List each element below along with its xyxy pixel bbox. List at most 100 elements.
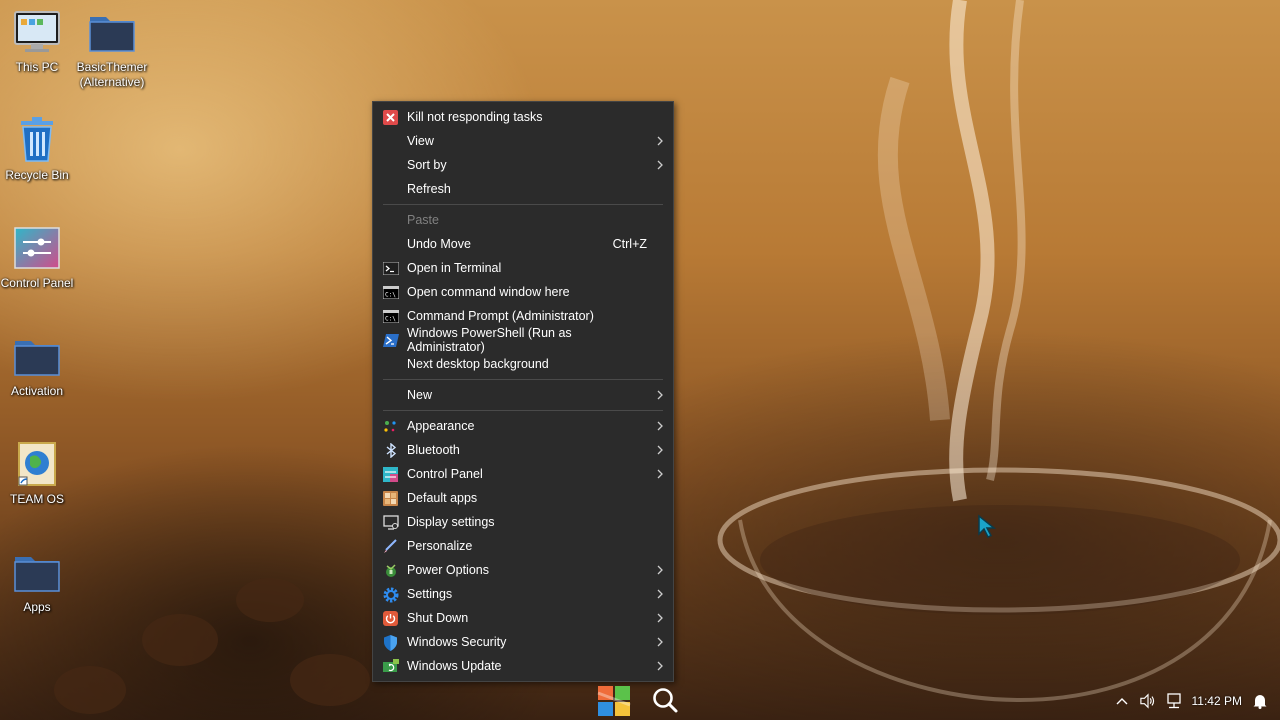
taskbar-clock[interactable]: 11:42 PM <box>1192 694 1242 708</box>
chevron-right-icon <box>657 469 663 479</box>
menu-item-label: Paste <box>407 213 439 227</box>
menu-item-display-settings[interactable]: Display settings <box>373 510 673 534</box>
desktop-icon-label: This PC <box>15 60 59 74</box>
control-panel-icon <box>382 466 399 483</box>
menu-item-label: Display settings <box>407 515 495 529</box>
chevron-right-icon <box>657 565 663 575</box>
control-panel-icon <box>13 224 61 272</box>
desktop-icon-label: Control Panel <box>0 276 74 290</box>
desktop-icon-this-pc[interactable]: This PC <box>0 8 75 75</box>
desktop-icon-label: BasicThemer (Alternative) <box>76 60 148 89</box>
cmd-icon: C:\ <box>382 284 399 301</box>
menu-item-label: Kill not responding tasks <box>407 110 543 124</box>
chevron-right-icon <box>657 136 663 146</box>
powershell-icon <box>382 332 399 349</box>
mouse-cursor-icon <box>978 514 997 539</box>
chevron-right-icon <box>657 421 663 431</box>
chevron-right-icon <box>657 613 663 623</box>
desktop-icon-label: Recycle Bin <box>5 168 69 182</box>
menu-item-windows-update[interactable]: Windows Update <box>373 654 673 678</box>
desktop-icon-apps[interactable]: Apps <box>0 548 75 615</box>
network-icon[interactable] <box>1166 693 1182 709</box>
svg-text:C:\: C:\ <box>385 316 396 323</box>
menu-item-label: View <box>407 134 434 148</box>
chevron-right-icon <box>657 661 663 671</box>
menu-item-new[interactable]: New <box>373 383 673 407</box>
menu-item-power-options[interactable]: Power Options <box>373 558 673 582</box>
cmd-icon: C:\ <box>382 308 399 325</box>
desktop-icon-basicthemer[interactable]: BasicThemer (Alternative) <box>74 8 150 90</box>
notification-bell-icon[interactable] <box>1252 693 1268 709</box>
menu-item-label: Shut Down <box>407 611 469 625</box>
terminal-icon <box>382 260 399 277</box>
menu-item-open-command-window[interactable]: C:\ Open command window here <box>373 280 673 304</box>
desktop-icon-control-panel[interactable]: Control Panel <box>0 224 75 291</box>
shield-icon <box>382 634 399 651</box>
menu-item-label: Next desktop background <box>407 357 549 371</box>
menu-item-view[interactable]: View <box>373 129 673 153</box>
menu-item-open-terminal[interactable]: Open in Terminal <box>373 256 673 280</box>
menu-item-label: Control Panel <box>407 467 483 481</box>
chevron-up-icon[interactable] <box>1114 693 1130 709</box>
appearance-icon <box>382 418 399 435</box>
menu-item-appearance[interactable]: Appearance <box>373 414 673 438</box>
search-button[interactable] <box>651 686 679 714</box>
menu-item-bluetooth[interactable]: Bluetooth <box>373 438 673 462</box>
menu-item-windows-security[interactable]: Windows Security <box>373 630 673 654</box>
menu-item-undo-move[interactable]: Undo Move Ctrl+Z <box>373 232 673 256</box>
globe-shortcut-icon <box>13 440 61 488</box>
desktop-icon-recycle-bin[interactable]: Recycle Bin <box>0 116 75 183</box>
settings-gear-icon <box>382 586 399 603</box>
menu-item-label: Open in Terminal <box>407 261 502 275</box>
menu-item-label: Personalize <box>407 539 473 553</box>
chevron-right-icon <box>657 160 663 170</box>
folder-icon <box>13 332 61 380</box>
menu-item-command-prompt-admin[interactable]: C:\ Command Prompt (Administrator) <box>373 304 673 328</box>
windows-logo-icon <box>597 686 631 716</box>
volume-icon[interactable] <box>1139 693 1156 709</box>
menu-item-refresh[interactable]: Refresh <box>373 177 673 201</box>
menu-item-label: New <box>407 388 433 402</box>
power-options-icon <box>382 562 399 579</box>
menu-item-label: Refresh <box>407 182 451 196</box>
menu-item-default-apps[interactable]: Default apps <box>373 486 673 510</box>
folder-icon <box>88 8 136 56</box>
menu-item-next-background[interactable]: Next desktop background <box>373 352 673 376</box>
menu-item-label: Windows Security <box>407 635 507 649</box>
menu-item-label: Windows Update <box>407 659 502 673</box>
start-button[interactable] <box>597 685 631 717</box>
menu-item-label: Settings <box>407 587 453 601</box>
menu-item-settings[interactable]: Settings <box>373 582 673 606</box>
menu-item-label: Windows PowerShell (Run as Administrator… <box>407 326 572 354</box>
desktop-icon-team-os[interactable]: TEAM OS <box>0 440 75 507</box>
desktop-icon-label: Activation <box>10 384 64 398</box>
menu-item-kill-tasks[interactable]: Kill not responding tasks <box>373 105 673 129</box>
menu-item-label: Undo Move <box>407 237 471 251</box>
search-icon <box>653 688 678 713</box>
desktop-context-menu: Kill not responding tasks View Sort by R… <box>372 101 674 682</box>
menu-item-powershell-admin[interactable]: Windows PowerShell (Run as Administrator… <box>373 326 673 354</box>
display-icon <box>382 514 399 531</box>
kill-tasks-icon <box>382 109 399 126</box>
menu-item-personalize[interactable]: Personalize <box>373 534 673 558</box>
shutdown-icon <box>382 610 399 627</box>
desktop-icon-label: Apps <box>23 600 51 614</box>
menu-item-shut-down[interactable]: Shut Down <box>373 606 673 630</box>
bluetooth-icon <box>382 442 399 459</box>
menu-item-control-panel[interactable]: Control Panel <box>373 462 673 486</box>
chevron-right-icon <box>657 445 663 455</box>
menu-item-label: Default apps <box>407 491 478 505</box>
menu-separator <box>373 201 673 208</box>
recycle-bin-icon <box>13 116 61 164</box>
menu-item-label: Power Options <box>407 563 489 577</box>
chevron-right-icon <box>657 390 663 400</box>
windows-update-icon <box>382 658 399 675</box>
menu-item-paste: Paste <box>373 208 673 232</box>
personalize-icon <box>382 538 399 555</box>
menu-item-sort-by[interactable]: Sort by <box>373 153 673 177</box>
menu-item-label: Command Prompt (Administrator) <box>407 309 594 323</box>
computer-icon <box>13 8 61 56</box>
menu-item-label: Bluetooth <box>407 443 460 457</box>
menu-item-shortcut: Ctrl+Z <box>612 237 647 251</box>
desktop-icon-activation[interactable]: Activation <box>0 332 75 399</box>
